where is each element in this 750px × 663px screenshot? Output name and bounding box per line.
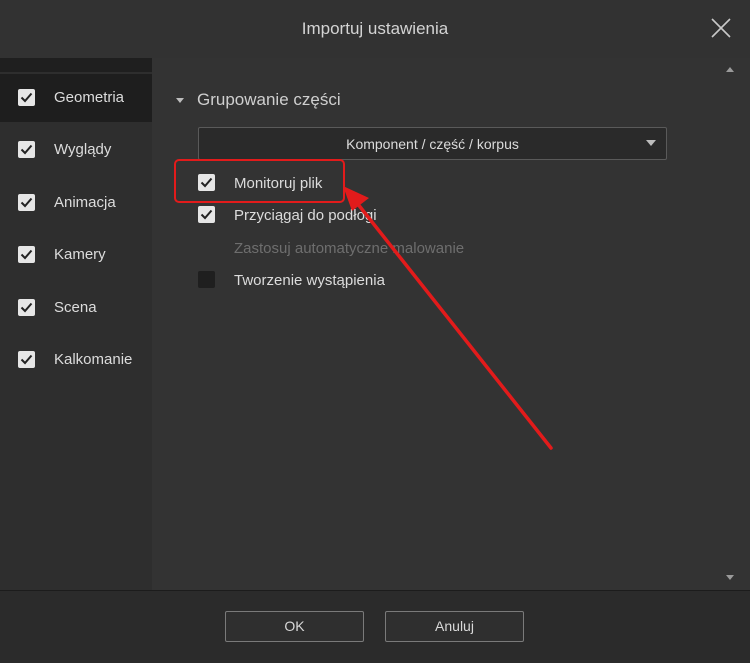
checkbox-checked-icon[interactable]: [18, 351, 35, 368]
sidebar-item-geometria[interactable]: Geometria: [0, 74, 152, 122]
cancel-button[interactable]: Anuluj: [385, 611, 524, 642]
sidebar-header-strip: [0, 58, 152, 72]
scroll-up-arrow-icon[interactable]: [724, 62, 736, 76]
sidebar-item-kamery[interactable]: Kamery: [0, 231, 152, 279]
dialog-footer: [0, 590, 750, 663]
sidebar-item-animacja[interactable]: Animacja: [0, 179, 152, 227]
checkbox-checked-icon[interactable]: [18, 89, 35, 106]
option-create-instance[interactable]: Tworzenie wystąpienia: [198, 269, 418, 291]
scroll-down-arrow-icon[interactable]: [724, 571, 736, 585]
checkbox-checked-icon[interactable]: [18, 299, 35, 316]
checkbox-unchecked[interactable]: [198, 271, 215, 288]
sidebar-item-label: Kalkomanie: [54, 351, 133, 368]
option-snap-to-floor[interactable]: Przyciągaj do podłogi: [198, 204, 418, 226]
sidebar-item-label: Kamery: [54, 246, 106, 263]
sidebar-item-label: Scena: [54, 299, 97, 316]
dropdown-selected-value: Komponent / część / korpus: [346, 136, 519, 152]
checkbox-checked-icon[interactable]: [18, 246, 35, 263]
checkbox-checked-icon[interactable]: [198, 206, 215, 223]
sidebar-item-label: Wyglądy: [54, 141, 112, 158]
option-label: Przyciągaj do podłogi: [234, 207, 377, 224]
option-label: Zastosuj automatyczne malowanie: [234, 240, 465, 257]
category-sidebar: Geometria Wyglądy Animacja Kamery Scena …: [0, 58, 152, 590]
ok-button[interactable]: OK: [225, 611, 364, 642]
collapse-triangle-icon[interactable]: [174, 94, 186, 106]
section-title: Grupowanie części: [197, 90, 341, 109]
sidebar-item-kalkomanie[interactable]: Kalkomanie: [0, 336, 152, 384]
checkbox-checked-icon[interactable]: [18, 141, 35, 158]
sidebar-item-wyglady[interactable]: Wyglądy: [0, 126, 152, 174]
title-bar: Importuj ustawienia: [0, 0, 750, 59]
sidebar-item-scena[interactable]: Scena: [0, 284, 152, 332]
option-auto-paint: Zastosuj automatyczne malowanie: [198, 237, 498, 259]
checkbox-checked-icon[interactable]: [18, 194, 35, 211]
grouping-dropdown[interactable]: Komponent / część / korpus: [198, 127, 667, 160]
sidebar-item-label: Geometria: [54, 89, 125, 106]
sidebar-item-label: Animacja: [54, 194, 116, 211]
import-settings-dialog: Importuj ustawienia Geometria Wyglądy An…: [0, 0, 750, 663]
close-icon[interactable]: [708, 15, 734, 41]
chevron-down-icon: [646, 140, 656, 146]
option-label: Tworzenie wystąpienia: [234, 272, 385, 289]
dialog-title: Importuj ustawienia: [301, 19, 449, 38]
checkbox-disabled: [198, 239, 215, 256]
highlight-annotation-box: [174, 159, 345, 203]
